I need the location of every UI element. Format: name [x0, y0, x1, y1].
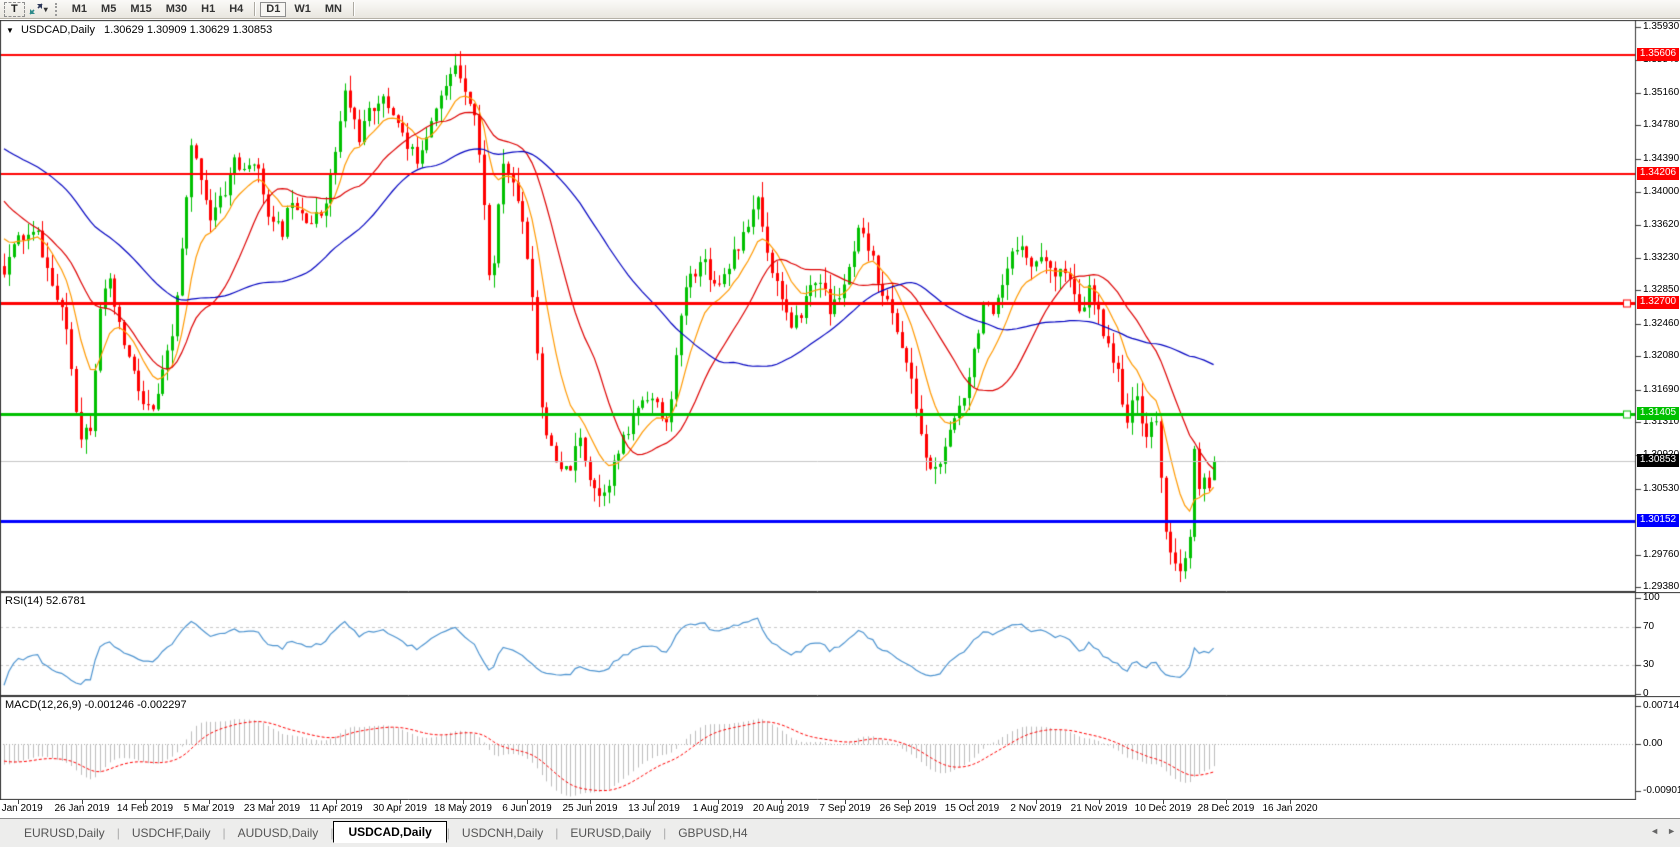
toolbar-separator: [254, 2, 255, 16]
date-label: 2 Nov 2019: [1010, 803, 1061, 814]
rsi-tick-label: 70: [1643, 621, 1654, 632]
ohlc-values: 1.30629 1.30909 1.30629 1.30853: [104, 24, 272, 36]
tab-usdcad-daily[interactable]: USDCAD,Daily: [333, 821, 446, 843]
tab-scroll-controls: ◄ ►: [1650, 826, 1676, 836]
rsi-label: RSI(14) 52.6781: [5, 595, 86, 607]
date-label: 30 Apr 2019: [373, 803, 427, 814]
macd-tick-label: 0.00: [1643, 738, 1662, 749]
text-tool-button[interactable]: T: [4, 2, 25, 17]
timeframe-button-w1[interactable]: W1: [288, 2, 317, 17]
tabs: EURUSD,Daily|USDCHF,Daily|AUDUSD,Daily|U…: [12, 823, 760, 843]
macd-tick-label: -0.009015: [1643, 785, 1680, 796]
price-tag-level: 1.32700: [1637, 296, 1679, 309]
tab-eurusd-daily[interactable]: EURUSD,Daily: [12, 823, 117, 843]
date-label: 13 Jul 2019: [628, 803, 680, 814]
toolbar-separator: [353, 2, 354, 16]
price-tag-level: 1.31405: [1637, 407, 1679, 420]
price-tick-label: 1.30530: [1643, 483, 1679, 494]
price-tick-label: 1.35930: [1643, 21, 1679, 32]
price-tick-label: 1.32460: [1643, 318, 1679, 329]
price-tick-label: 1.33620: [1643, 219, 1679, 230]
date-label: 6 Jun 2019: [502, 803, 552, 814]
timeframe-button-m30[interactable]: M30: [160, 2, 193, 17]
date-label: 28 Dec 2019: [1198, 803, 1255, 814]
rsi-tick-label: 30: [1643, 659, 1654, 670]
date-label: 15 Oct 2019: [945, 803, 999, 814]
price-tag-level: 1.34206: [1637, 167, 1679, 180]
date-label: 10 Dec 2019: [1135, 803, 1192, 814]
tabs-scroll-left-button[interactable]: ◄: [1650, 826, 1659, 836]
toolbar: T ▾ M1M5M15M30H1H4 D1W1MN: [0, 0, 1680, 19]
price-tick-label: 1.32850: [1643, 284, 1679, 295]
tab-gbpusd-h4[interactable]: GBPUSD,H4: [666, 823, 759, 843]
price-tick-label: 1.34780: [1643, 119, 1679, 130]
date-label: 16 Jan 2020: [1262, 803, 1317, 814]
date-label: 21 Nov 2019: [1071, 803, 1128, 814]
price-tick-label: 1.35160: [1643, 87, 1679, 98]
price-tag-level: 1.35606: [1637, 48, 1679, 61]
timeframe-button-mn[interactable]: MN: [319, 2, 348, 17]
date-label: 25 Jun 2019: [562, 803, 617, 814]
timeframe-group: M1M5M15M30H1H4 D1W1MN: [65, 2, 358, 17]
chevron-down-icon: ▾: [44, 5, 48, 14]
price-tick-label: 1.31690: [1643, 384, 1679, 395]
date-label: 5 Mar 2019: [184, 803, 235, 814]
price-tick-label: 1.33230: [1643, 252, 1679, 263]
arrows-tool-button[interactable]: ▾: [27, 2, 50, 17]
timeframe-button-m5[interactable]: M5: [95, 2, 122, 17]
chart-header: ▼ USDCAD,Daily 1.30629 1.30909 1.30629 1…: [6, 24, 272, 36]
rsi-tick-label: 100: [1643, 592, 1660, 603]
main-chart-canvas[interactable]: [0, 20, 1680, 592]
rsi-panel-canvas[interactable]: [0, 592, 1680, 696]
date-label: 7 Sep 2019: [819, 803, 870, 814]
timeframe-button-h4[interactable]: H4: [223, 2, 249, 17]
tab-usdcnh-daily[interactable]: USDCNH,Daily: [450, 823, 555, 843]
timeframe-button-h1[interactable]: H1: [195, 2, 221, 17]
timeframe-button-m15[interactable]: M15: [124, 2, 157, 17]
date-label: 14 Feb 2019: [117, 803, 173, 814]
tab-usdchf-daily[interactable]: USDCHF,Daily: [120, 823, 223, 843]
date-label: 18 May 2019: [434, 803, 492, 814]
rsi-tick-label: 0: [1643, 688, 1649, 699]
date-label: 26 Sep 2019: [880, 803, 937, 814]
price-tick-label: 1.29380: [1643, 581, 1679, 592]
date-label: 1 Aug 2019: [693, 803, 744, 814]
macd-label: MACD(12,26,9) -0.001246 -0.002297: [5, 699, 187, 711]
date-label: 26 Jan 2019: [54, 803, 109, 814]
macd-panel-canvas[interactable]: [0, 696, 1680, 800]
tab-audusd-daily[interactable]: AUDUSD,Daily: [226, 823, 331, 843]
arrows-icon: [29, 3, 43, 15]
price-tick-label: 1.29760: [1643, 549, 1679, 560]
price-tick-label: 1.34390: [1643, 153, 1679, 164]
macd-tick-label: 0.00714: [1643, 700, 1679, 711]
date-label: 20 Aug 2019: [753, 803, 809, 814]
tab-eurusd-daily[interactable]: EURUSD,Daily: [558, 823, 663, 843]
timeframe-button-d1[interactable]: D1: [260, 2, 286, 17]
price-tag-level: 1.30152: [1637, 514, 1679, 527]
date-label: 11 Apr 2019: [309, 803, 362, 814]
price-tick-label: 1.34000: [1643, 186, 1679, 197]
current-price-tag: 1.30853: [1637, 454, 1679, 467]
date-label: 23 Mar 2019: [244, 803, 300, 814]
chart-tab-bar: EURUSD,Daily|USDCHF,Daily|AUDUSD,Daily|U…: [0, 818, 1680, 847]
symbol-label: USDCAD,Daily: [21, 24, 95, 36]
timeframe-button-m1[interactable]: M1: [66, 2, 93, 17]
symbol-collapse-icon[interactable]: ▼: [6, 26, 14, 35]
price-tick-label: 1.32080: [1643, 350, 1679, 361]
mt4-window: T ▾ M1M5M15M30H1H4 D1W1MN ▼ USDCAD,Daily …: [0, 0, 1680, 847]
tabs-scroll-right-button[interactable]: ►: [1667, 826, 1676, 836]
toolbar-grip[interactable]: [55, 3, 61, 16]
date-label: 8 Jan 2019: [0, 803, 43, 814]
